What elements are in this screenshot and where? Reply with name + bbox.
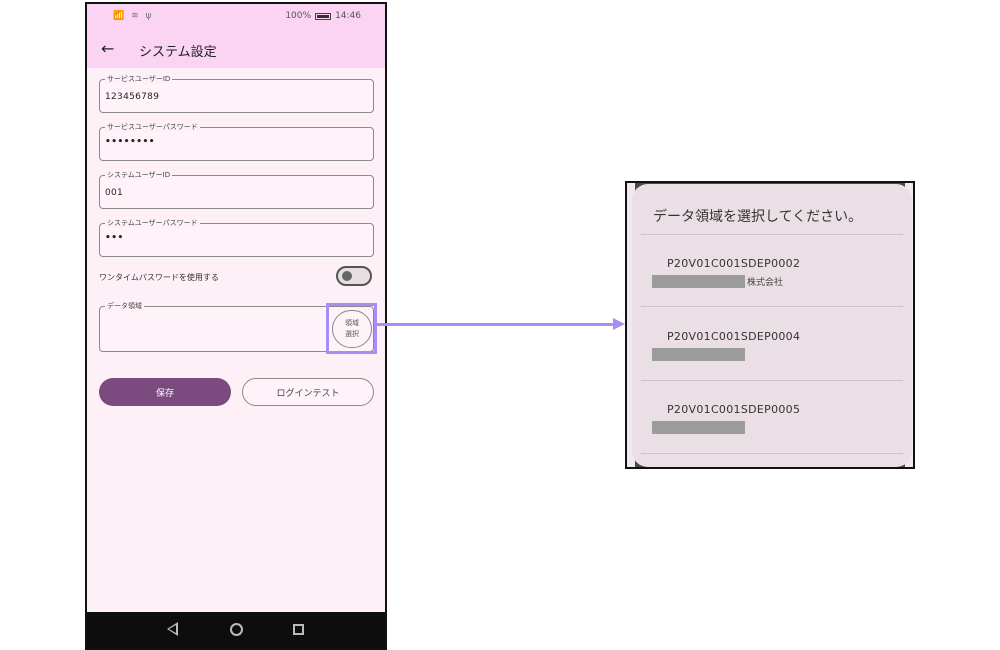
signal-wifi-icons: 📶 ≋ ψ	[113, 11, 154, 21]
field-value: •••	[105, 233, 124, 243]
redacted-text	[652, 421, 745, 434]
field-label: システムユーザーパスワード	[105, 218, 200, 228]
field-label: サービスユーザーパスワード	[105, 122, 200, 132]
service-user-id-field[interactable]: サービスユーザーID 123456789	[99, 74, 374, 113]
toggle-knob	[342, 271, 352, 281]
region-code: P20V01C001SDEP0002	[667, 257, 801, 270]
status-bar: 📶 ≋ ψ 100% 14:46	[87, 4, 385, 30]
one-time-password-toggle[interactable]	[336, 266, 372, 286]
field-value: 123456789	[105, 92, 160, 102]
redacted-text	[652, 275, 745, 288]
one-time-password-row: ワンタイムパスワードを使用する	[99, 266, 374, 288]
dialog-title: データ領域を選択してください。	[653, 209, 863, 225]
nav-back-icon[interactable]	[167, 622, 178, 636]
region-select-button[interactable]: 領域 選択	[332, 310, 372, 348]
field-label: データ領域	[105, 301, 144, 311]
divider	[641, 234, 903, 235]
redacted-text	[652, 348, 745, 361]
field-value: ••••••••	[105, 137, 156, 147]
region-company-suffix: 株式会社	[747, 278, 784, 288]
toggle-label: ワンタイムパスワードを使用する	[99, 273, 219, 282]
field-label: システムユーザーID	[105, 170, 173, 180]
dialog-zoom-panel: データ領域を選択してください。 P20V01C001SDEP0002 株式会社 …	[625, 181, 915, 469]
callout-line	[377, 323, 615, 326]
login-test-button[interactable]: ログインテスト	[242, 378, 374, 406]
nav-home-icon[interactable]	[230, 623, 243, 636]
service-user-password-field[interactable]: サービスユーザーパスワード ••••••••	[99, 122, 374, 161]
system-user-password-field[interactable]: システムユーザーパスワード •••	[99, 218, 374, 257]
divider	[641, 380, 903, 381]
region-code: P20V01C001SDEP0004	[667, 330, 801, 343]
region-select-dialog: データ領域を選択してください。 P20V01C001SDEP0002 株式会社 …	[632, 184, 912, 467]
save-button[interactable]: 保存	[99, 378, 231, 406]
system-user-id-field[interactable]: システムユーザーID 001	[99, 170, 374, 209]
field-value: 001	[105, 188, 124, 198]
battery-percent: 100%	[285, 11, 312, 21]
android-nav-bar	[87, 612, 385, 648]
field-label: サービスユーザーID	[105, 74, 173, 84]
divider	[641, 306, 903, 307]
page-title: システム設定	[139, 45, 217, 60]
region-select-highlight: 領域 選択	[326, 303, 377, 354]
callout-arrowhead	[613, 318, 625, 330]
divider	[641, 453, 903, 454]
back-arrow-icon[interactable]: ←	[101, 39, 114, 58]
clock: 14:46	[335, 11, 361, 21]
app-bar: ← システム設定	[87, 30, 385, 68]
stage: 📶 ≋ ψ 100% 14:46 ← システム設定 サービスユーザーID 123…	[0, 0, 1000, 650]
battery-icon	[315, 12, 332, 20]
nav-recents-icon[interactable]	[293, 624, 304, 635]
phone-screen: 📶 ≋ ψ 100% 14:46 ← システム設定 サービスユーザーID 123…	[85, 2, 387, 650]
region-code: P20V01C001SDEP0005	[667, 403, 801, 416]
